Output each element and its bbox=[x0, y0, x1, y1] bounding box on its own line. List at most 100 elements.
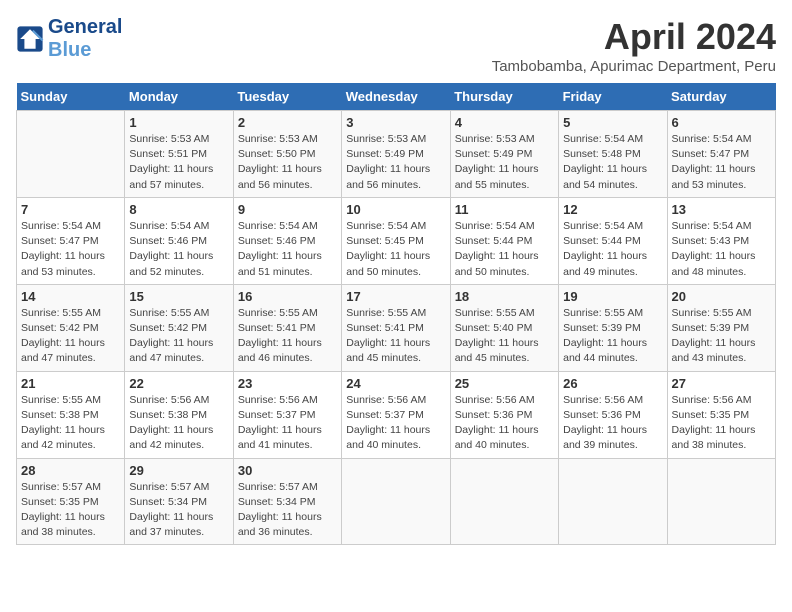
calendar-cell bbox=[342, 458, 450, 545]
calendar-cell: 26 Sunrise: 5:56 AMSunset: 5:36 PMDayligh… bbox=[559, 371, 667, 458]
day-number: 3 bbox=[346, 115, 445, 130]
calendar-cell bbox=[450, 458, 558, 545]
day-info: Sunrise: 5:56 AMSunset: 5:35 PMDaylight:… bbox=[672, 393, 771, 454]
calendar-cell: 9 Sunrise: 5:54 AMSunset: 5:46 PMDaylight… bbox=[233, 197, 341, 284]
day-number: 13 bbox=[672, 202, 771, 217]
day-number: 15 bbox=[129, 289, 228, 304]
calendar-cell: 8 Sunrise: 5:54 AMSunset: 5:46 PMDaylight… bbox=[125, 197, 233, 284]
calendar-cell: 3 Sunrise: 5:53 AMSunset: 5:49 PMDaylight… bbox=[342, 111, 450, 198]
day-info: Sunrise: 5:54 AMSunset: 5:45 PMDaylight:… bbox=[346, 219, 445, 280]
calendar-cell: 20 Sunrise: 5:55 AMSunset: 5:39 PMDayligh… bbox=[667, 284, 775, 371]
calendar-cell: 21 Sunrise: 5:55 AMSunset: 5:38 PMDayligh… bbox=[17, 371, 125, 458]
day-info: Sunrise: 5:55 AMSunset: 5:40 PMDaylight:… bbox=[455, 306, 554, 367]
day-info: Sunrise: 5:56 AMSunset: 5:37 PMDaylight:… bbox=[346, 393, 445, 454]
day-number: 14 bbox=[21, 289, 120, 304]
calendar-week-row: 1Sunrise: 5:53 AMSunset: 5:51 PMDaylight… bbox=[17, 111, 776, 198]
calendar-week-row: 7Sunrise: 5:54 AMSunset: 5:47 PMDaylight… bbox=[17, 197, 776, 284]
day-number: 20 bbox=[672, 289, 771, 304]
calendar-cell: 28 Sunrise: 5:57 AMSunset: 5:35 PMDayligh… bbox=[17, 458, 125, 545]
logo: General Blue bbox=[16, 16, 122, 62]
calendar-cell: 25 Sunrise: 5:56 AMSunset: 5:36 PMDayligh… bbox=[450, 371, 558, 458]
day-number: 9 bbox=[238, 202, 337, 217]
calendar-cell: 1Sunrise: 5:53 AMSunset: 5:51 PMDaylight… bbox=[125, 111, 233, 198]
day-info: Sunrise: 5:56 AMSunset: 5:36 PMDaylight:… bbox=[563, 393, 662, 454]
day-info: Sunrise: 5:54 AMSunset: 5:44 PMDaylight:… bbox=[455, 219, 554, 280]
logo-text-general: General bbox=[48, 16, 122, 39]
day-number: 5 bbox=[563, 115, 662, 130]
day-info: Sunrise: 5:55 AMSunset: 5:39 PMDaylight:… bbox=[563, 306, 662, 367]
calendar-cell: 2Sunrise: 5:53 AMSunset: 5:50 PMDaylight… bbox=[233, 111, 341, 198]
day-number: 22 bbox=[129, 376, 228, 391]
calendar-week-row: 14 Sunrise: 5:55 AMSunset: 5:42 PMDayligh… bbox=[17, 284, 776, 371]
calendar-cell: 4 Sunrise: 5:53 AMSunset: 5:49 PMDaylight… bbox=[450, 111, 558, 198]
day-number: 6 bbox=[672, 115, 771, 130]
day-info: Sunrise: 5:55 AMSunset: 5:41 PMDaylight:… bbox=[238, 306, 337, 367]
day-info: Sunrise: 5:53 AMSunset: 5:49 PMDaylight:… bbox=[455, 132, 554, 193]
calendar-cell bbox=[667, 458, 775, 545]
day-info: Sunrise: 5:54 AMSunset: 5:47 PMDaylight:… bbox=[672, 132, 771, 193]
day-info: Sunrise: 5:54 AMSunset: 5:48 PMDaylight:… bbox=[563, 132, 662, 193]
calendar-cell: 30 Sunrise: 5:57 AMSunset: 5:34 PMDayligh… bbox=[233, 458, 341, 545]
day-info: Sunrise: 5:53 AMSunset: 5:50 PMDaylight:… bbox=[238, 132, 337, 193]
day-number: 27 bbox=[672, 376, 771, 391]
calendar-cell: 12Sunrise: 5:54 AMSunset: 5:44 PMDayligh… bbox=[559, 197, 667, 284]
month-title: April 2024 bbox=[492, 16, 776, 58]
day-info: Sunrise: 5:54 AMSunset: 5:46 PMDaylight:… bbox=[238, 219, 337, 280]
day-number: 8 bbox=[129, 202, 228, 217]
weekday-header: Tuesday bbox=[233, 83, 341, 111]
day-info: Sunrise: 5:57 AMSunset: 5:34 PMDaylight:… bbox=[129, 480, 228, 541]
calendar-header-row: SundayMondayTuesdayWednesdayThursdayFrid… bbox=[17, 83, 776, 111]
day-info: Sunrise: 5:54 AMSunset: 5:44 PMDaylight:… bbox=[563, 219, 662, 280]
day-info: Sunrise: 5:57 AMSunset: 5:34 PMDaylight:… bbox=[238, 480, 337, 541]
weekday-header: Friday bbox=[559, 83, 667, 111]
day-info: Sunrise: 5:55 AMSunset: 5:38 PMDaylight:… bbox=[21, 393, 120, 454]
day-number: 21 bbox=[21, 376, 120, 391]
calendar-cell: 13 Sunrise: 5:54 AMSunset: 5:43 PMDayligh… bbox=[667, 197, 775, 284]
calendar-cell: 5 Sunrise: 5:54 AMSunset: 5:48 PMDaylight… bbox=[559, 111, 667, 198]
day-info: Sunrise: 5:56 AMSunset: 5:36 PMDaylight:… bbox=[455, 393, 554, 454]
day-number: 11 bbox=[455, 202, 554, 217]
calendar-cell: 22 Sunrise: 5:56 AMSunset: 5:38 PMDayligh… bbox=[125, 371, 233, 458]
calendar-cell: 19 Sunrise: 5:55 AMSunset: 5:39 PMDayligh… bbox=[559, 284, 667, 371]
day-number: 25 bbox=[455, 376, 554, 391]
calendar-table: SundayMondayTuesdayWednesdayThursdayFrid… bbox=[16, 83, 776, 545]
day-number: 18 bbox=[455, 289, 554, 304]
day-info: Sunrise: 5:56 AMSunset: 5:37 PMDaylight:… bbox=[238, 393, 337, 454]
calendar-cell: 29 Sunrise: 5:57 AMSunset: 5:34 PMDayligh… bbox=[125, 458, 233, 545]
day-number: 26 bbox=[563, 376, 662, 391]
weekday-header: Wednesday bbox=[342, 83, 450, 111]
day-number: 7 bbox=[21, 202, 120, 217]
day-number: 19 bbox=[563, 289, 662, 304]
day-info: Sunrise: 5:57 AMSunset: 5:35 PMDaylight:… bbox=[21, 480, 120, 541]
logo-icon bbox=[16, 25, 44, 53]
weekday-header: Thursday bbox=[450, 83, 558, 111]
day-number: 28 bbox=[21, 463, 120, 478]
calendar-cell: 16Sunrise: 5:55 AMSunset: 5:41 PMDayligh… bbox=[233, 284, 341, 371]
day-info: Sunrise: 5:55 AMSunset: 5:42 PMDaylight:… bbox=[21, 306, 120, 367]
title-area: April 2024 Tambobamba, Apurimac Departme… bbox=[492, 16, 776, 75]
day-info: Sunrise: 5:54 AMSunset: 5:43 PMDaylight:… bbox=[672, 219, 771, 280]
day-number: 29 bbox=[129, 463, 228, 478]
weekday-header: Monday bbox=[125, 83, 233, 111]
calendar-cell: 17Sunrise: 5:55 AMSunset: 5:41 PMDayligh… bbox=[342, 284, 450, 371]
day-number: 4 bbox=[455, 115, 554, 130]
day-info: Sunrise: 5:53 AMSunset: 5:49 PMDaylight:… bbox=[346, 132, 445, 193]
day-info: Sunrise: 5:56 AMSunset: 5:38 PMDaylight:… bbox=[129, 393, 228, 454]
calendar-week-row: 21 Sunrise: 5:55 AMSunset: 5:38 PMDayligh… bbox=[17, 371, 776, 458]
calendar-cell bbox=[559, 458, 667, 545]
location-title: Tambobamba, Apurimac Department, Peru bbox=[492, 58, 776, 75]
day-info: Sunrise: 5:55 AMSunset: 5:39 PMDaylight:… bbox=[672, 306, 771, 367]
day-number: 30 bbox=[238, 463, 337, 478]
calendar-cell: 23Sunrise: 5:56 AMSunset: 5:37 PMDayligh… bbox=[233, 371, 341, 458]
day-info: Sunrise: 5:55 AMSunset: 5:42 PMDaylight:… bbox=[129, 306, 228, 367]
day-info: Sunrise: 5:53 AMSunset: 5:51 PMDaylight:… bbox=[129, 132, 228, 193]
calendar-cell bbox=[17, 111, 125, 198]
weekday-header: Sunday bbox=[17, 83, 125, 111]
day-info: Sunrise: 5:54 AMSunset: 5:46 PMDaylight:… bbox=[129, 219, 228, 280]
calendar-cell: 18 Sunrise: 5:55 AMSunset: 5:40 PMDayligh… bbox=[450, 284, 558, 371]
day-info: Sunrise: 5:55 AMSunset: 5:41 PMDaylight:… bbox=[346, 306, 445, 367]
calendar-week-row: 28 Sunrise: 5:57 AMSunset: 5:35 PMDayligh… bbox=[17, 458, 776, 545]
calendar-cell: 15 Sunrise: 5:55 AMSunset: 5:42 PMDayligh… bbox=[125, 284, 233, 371]
page-header: General Blue April 2024 Tambobamba, Apur… bbox=[16, 16, 776, 75]
calendar-cell: 24Sunrise: 5:56 AMSunset: 5:37 PMDayligh… bbox=[342, 371, 450, 458]
